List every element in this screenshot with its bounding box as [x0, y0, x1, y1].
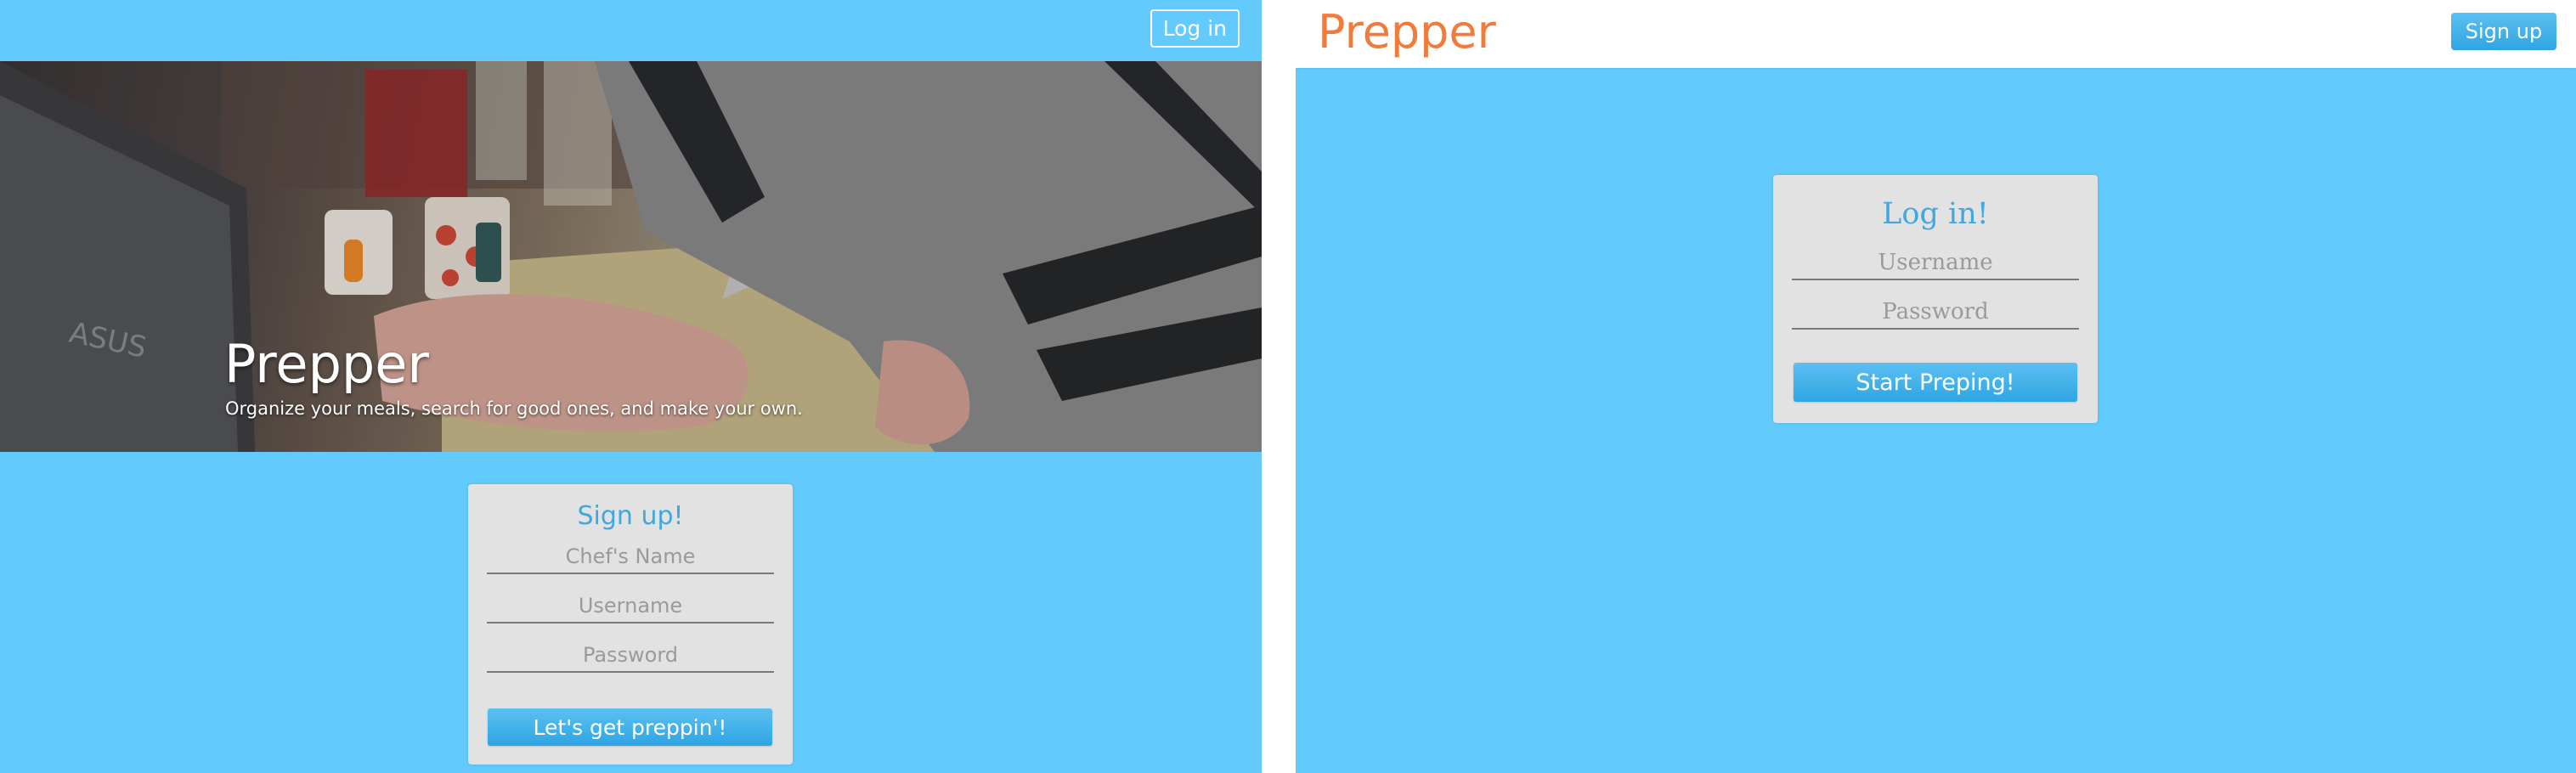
app-screens: Log in ASUS Prepper Organize your meals,… [0, 0, 2576, 773]
navbar: Prepper Sign up [1296, 0, 2576, 68]
hero-subtitle: Organize your meals, search for good one… [225, 398, 803, 419]
hero-background-image: ASUS [0, 61, 1262, 452]
login-card: Log in! Start Preping! [1773, 175, 2098, 423]
signup-title: Sign up! [577, 501, 684, 531]
login-screen: Prepper Sign up Log in! Start Preping! [1296, 0, 2576, 773]
hero-banner: ASUS Prepper Organize your meals, search… [0, 61, 1262, 452]
chef-name-input[interactable] [487, 540, 774, 574]
screen-divider [1262, 0, 1296, 773]
landing-header: Log in [0, 0, 1262, 61]
login-button[interactable]: Log in [1150, 9, 1240, 48]
signup-card: Sign up! Let's get preppin'! [468, 484, 793, 765]
login-submit-button[interactable]: Start Preping! [1794, 363, 2077, 402]
signup-nav-button[interactable]: Sign up [2451, 13, 2556, 50]
landing-screen: Log in ASUS Prepper Organize your meals,… [0, 0, 1262, 773]
signup-submit-button[interactable]: Let's get preppin'! [488, 708, 772, 746]
login-username-input[interactable] [1792, 246, 2079, 280]
login-password-input[interactable] [1792, 296, 2079, 330]
brand-logo[interactable]: Prepper [1318, 2, 1496, 63]
signup-username-input[interactable] [487, 590, 774, 623]
hero-title: Prepper [224, 333, 429, 395]
signup-password-input[interactable] [487, 639, 774, 673]
login-title: Log in! [1882, 197, 1989, 231]
